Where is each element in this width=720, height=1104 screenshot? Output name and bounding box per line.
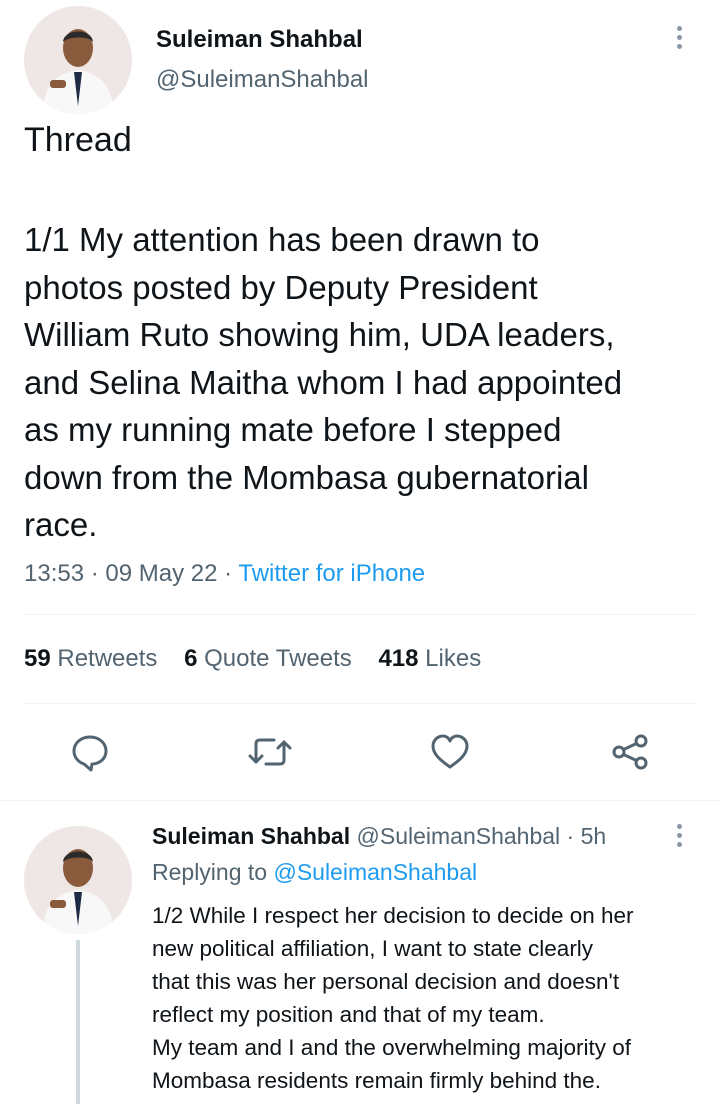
reply-line: reflect my position and that of my team. [152, 1002, 545, 1027]
thread-connector-line [76, 940, 80, 1104]
divider [0, 800, 720, 801]
reply-age[interactable]: 5h [581, 823, 607, 849]
reply-author-avatar[interactable] [24, 826, 132, 934]
thread-label: Thread [24, 121, 132, 159]
reply-icon [72, 735, 108, 772]
replying-to-label: Replying to [152, 859, 268, 885]
avatar-photo [24, 6, 132, 114]
meta-separator: · [224, 560, 233, 587]
author-avatar[interactable] [24, 6, 132, 114]
reply-line: My team and I and the overwhelming major… [152, 1035, 631, 1060]
divider [24, 614, 696, 615]
likes-label: Likes [425, 645, 482, 672]
tweet-meta: 13:53 · 09 May 22 · Twitter for iPhone [24, 560, 425, 588]
tweet-time[interactable]: 13:53 [24, 560, 84, 587]
reply-button[interactable] [70, 732, 110, 772]
reply-header: Suleiman Shahbal @SuleimanShahbal · 5h [152, 822, 606, 850]
reply-author-handle[interactable]: @SuleimanShahbal [357, 823, 561, 849]
retweets-label: Retweets [57, 645, 158, 672]
like-button[interactable] [430, 732, 470, 772]
share-button[interactable] [610, 732, 650, 772]
tweet-line: 1/1 My attention has been drawn to [24, 221, 540, 258]
tweet-line: down from the Mombasa gubernatorial [24, 458, 589, 496]
like-icon [431, 734, 469, 769]
likes-count: 418 [378, 645, 419, 672]
tweet-line: William Ruto showing him, UDA leaders, [24, 316, 615, 353]
tweet-line: photos posted by Deputy President [24, 268, 538, 306]
tweet-source-link[interactable]: Twitter for iPhone [238, 560, 425, 587]
likes-stat[interactable]: 418 Likes [378, 645, 481, 672]
tweet-stats: 59 Retweets 6 Quote Tweets 418 Likes [24, 645, 481, 673]
tweet-date[interactable]: 09 May 22 [105, 560, 217, 587]
retweets-stat[interactable]: 59 Retweets [24, 645, 157, 672]
retweets-count: 59 [24, 645, 51, 672]
author-handle[interactable]: @SuleimanShahbal [156, 66, 369, 94]
quotes-label: Quote Tweets [204, 645, 352, 672]
retweet-button[interactable] [248, 732, 292, 772]
meta-separator: · [566, 823, 575, 849]
author-name[interactable]: Suleiman Shahbal [156, 26, 363, 54]
tweet-line: as my running mate before I stepped [24, 411, 562, 448]
reply-line: Mombasa residents remain firmly behind t… [152, 1068, 601, 1093]
replying-to: Replying to @SuleimanShahbal [152, 858, 477, 886]
meta-separator: · [90, 560, 99, 587]
tweet-line: race. [24, 506, 98, 543]
divider [24, 703, 696, 704]
share-icon [612, 734, 648, 770]
quotes-stat[interactable]: 6 Quote Tweets [184, 645, 352, 672]
reply-text: 1/2 While I respect her decision to deci… [152, 899, 634, 1097]
quotes-count: 6 [184, 645, 198, 672]
avatar-photo [24, 826, 132, 934]
reply-line: that this was her personal decision and … [152, 969, 620, 994]
reply-line: 1/2 While I respect her decision to deci… [152, 903, 634, 928]
tweet-line: and Selina Maitha whom I had appointed [24, 363, 623, 401]
reply-more-options-icon[interactable] [677, 824, 685, 851]
reply-line: new political affiliation, I want to sta… [152, 936, 594, 961]
replying-to-handle[interactable]: @SuleimanShahbal [273, 859, 477, 885]
retweet-icon [248, 738, 292, 766]
tweet-text: 1/1 My attention has been drawn to photo… [24, 216, 622, 549]
more-options-icon[interactable] [677, 26, 685, 53]
reply-author-name[interactable]: Suleiman Shahbal [152, 823, 350, 849]
